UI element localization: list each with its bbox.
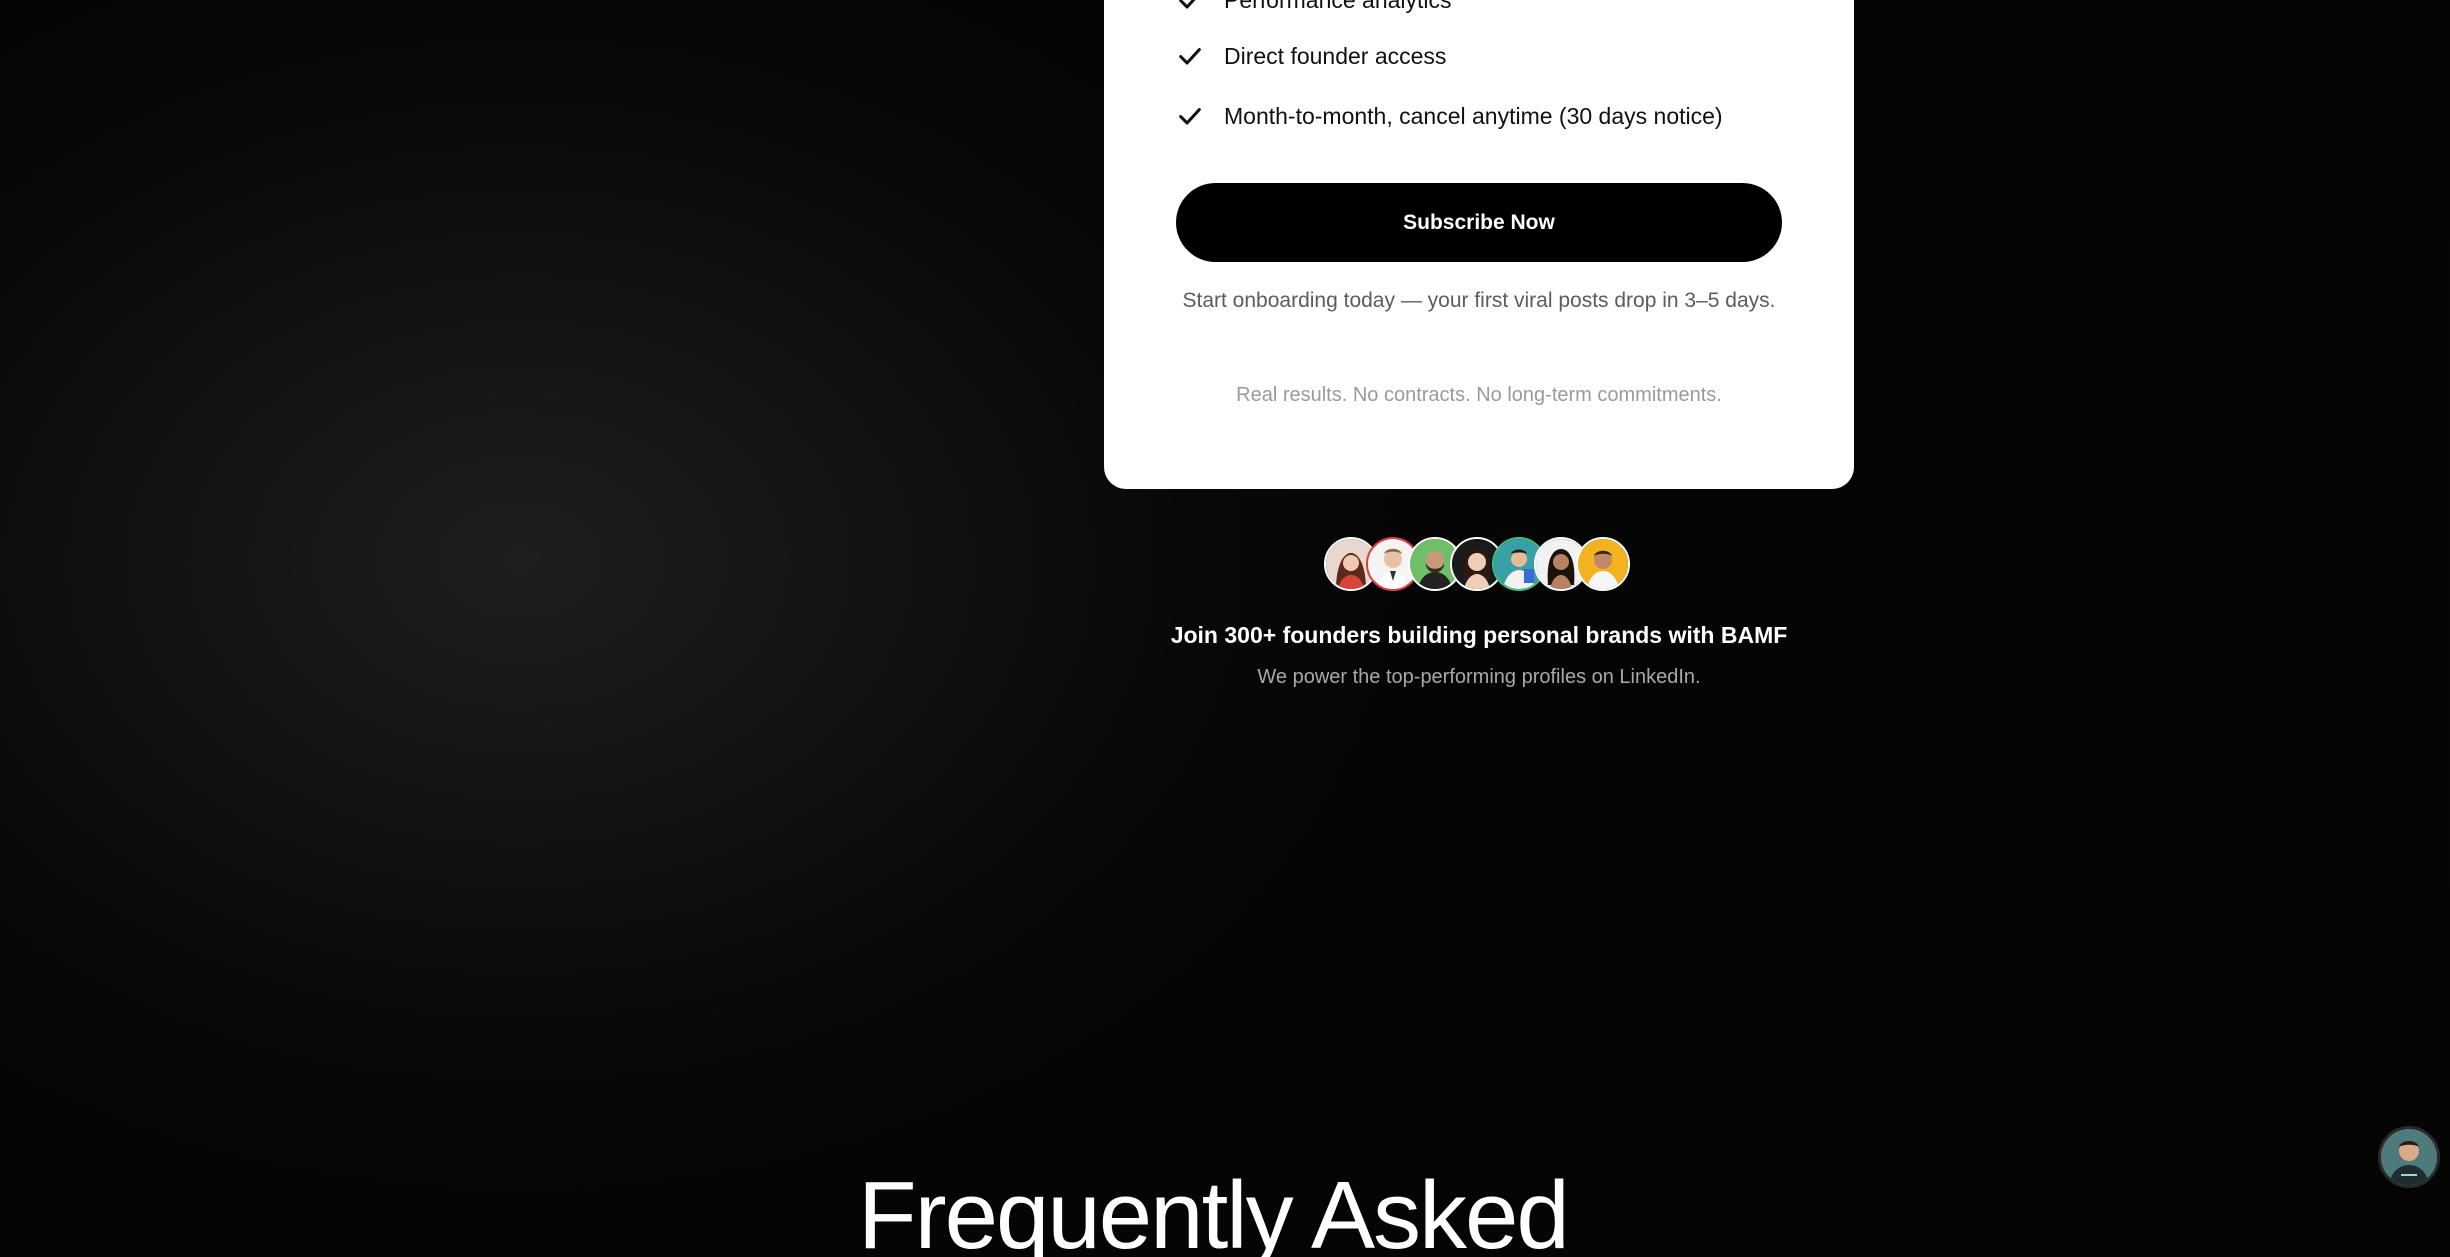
checkmark-icon bbox=[1176, 42, 1204, 70]
subscribe-button[interactable]: Subscribe Now bbox=[1176, 183, 1782, 262]
feature-item: Direct founder access bbox=[1176, 36, 1446, 76]
checkmark-icon bbox=[1176, 0, 1204, 14]
feature-item: Performance analytics bbox=[1176, 0, 1452, 20]
founder-chat-avatar-icon bbox=[2381, 1129, 2437, 1185]
social-proof-subtitle: We power the top-performing profiles on … bbox=[1257, 666, 1701, 688]
feature-item: Month-to-month, cancel anytime (30 days … bbox=[1176, 96, 1723, 136]
feature-text: Direct founder access bbox=[1224, 42, 1447, 69]
faq-heading: Frequently Asked bbox=[858, 1162, 1570, 1257]
pricing-card: Performance analytics Direct founder acc… bbox=[1104, 0, 1854, 489]
social-proof-title: Join 300+ founders building personal bra… bbox=[1170, 622, 1788, 648]
onboarding-note: Start onboarding today — your first vira… bbox=[1182, 289, 1776, 312]
checkmark-icon bbox=[1176, 102, 1204, 130]
chat-launcher-button[interactable] bbox=[2378, 1126, 2440, 1188]
founder-avatar-stack bbox=[1324, 537, 1630, 595]
feature-text: Month-to-month, cancel anytime (30 days … bbox=[1224, 102, 1723, 129]
founder-avatar-7-icon bbox=[1576, 537, 1630, 591]
feature-text: Performance analytics bbox=[1224, 0, 1452, 14]
commitment-note: Real results. No contracts. No long-term… bbox=[1236, 384, 1722, 406]
